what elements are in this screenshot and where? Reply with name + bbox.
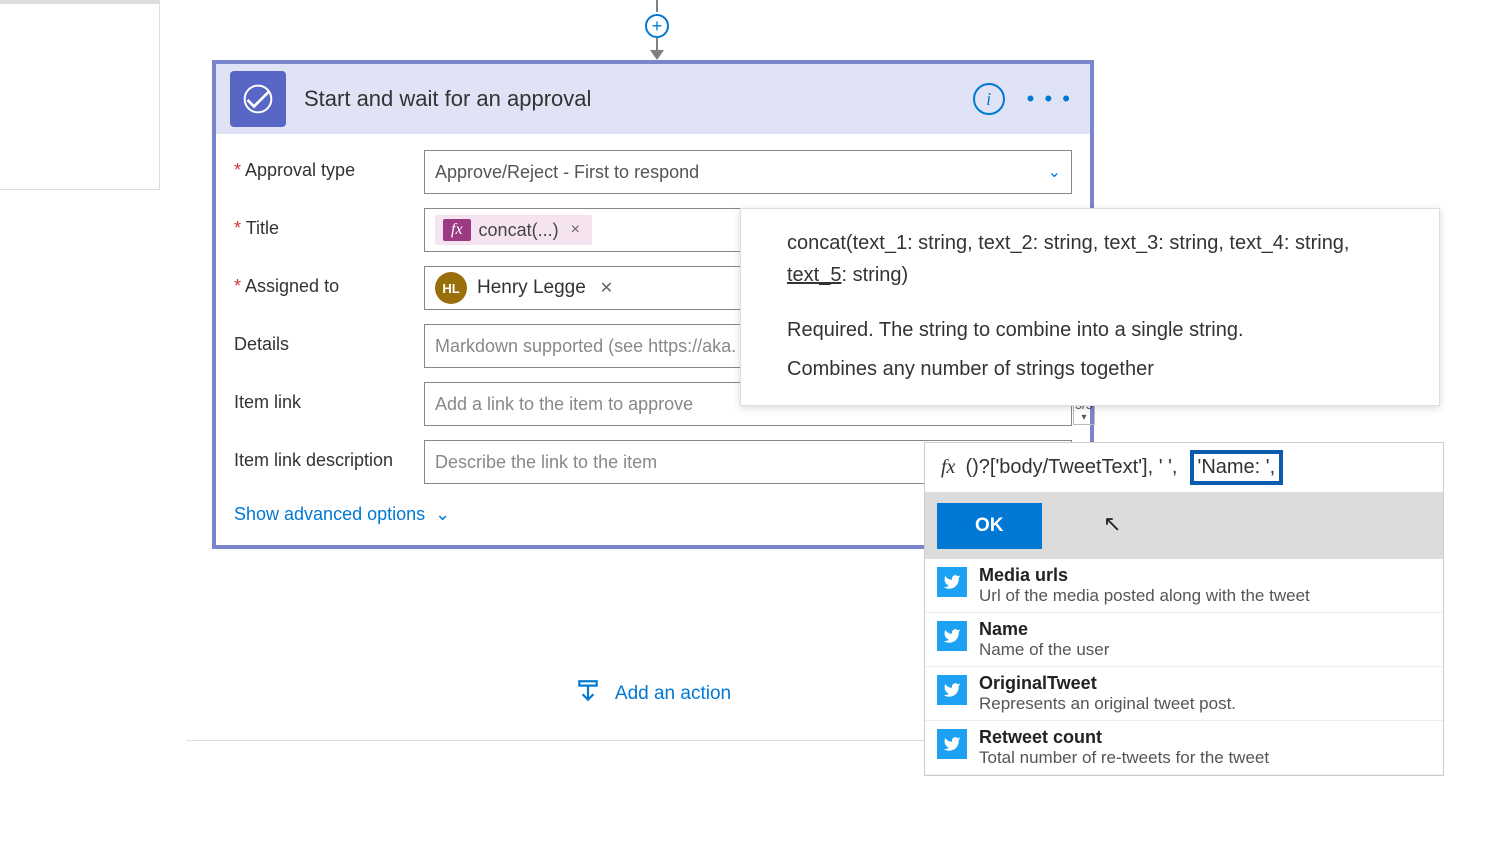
dyn-title: Name [979,619,1431,640]
item-link-placeholder: Add a link to the item to approve [435,394,693,415]
expression-panel: fx ()?['body/TweetText'], ' ', 'Name: ',… [924,442,1444,776]
tooltip-description: Combines any number of strings together [787,358,1415,381]
label-assigned-to: Assigned to [234,266,424,297]
approval-icon [230,71,286,127]
add-action-button[interactable]: Add an action [615,683,731,705]
row-approval-type: Approval type Approve/Reject - First to … [234,150,1072,194]
fx-label-icon: fx [931,456,965,479]
person-name: Henry Legge [477,277,586,299]
tooltip-required: Required. The string to combine into a s… [787,319,1415,342]
label-approval-type: Approval type [234,150,424,181]
card-title: Start and wait for an approval [304,86,973,112]
label-item-link: Item link [234,382,424,413]
tooltip-signature: concat(text_1: string, text_2: string, t… [787,227,1415,291]
dyn-title: Media urls [979,565,1431,586]
twitter-icon [937,567,967,597]
approval-type-select[interactable]: Approve/Reject - First to respond ⌄ [424,150,1072,194]
expression-input[interactable]: ()?['body/TweetText'], ' ', 'Name: ', [965,450,1437,485]
add-action-icon [575,678,601,709]
left-panel-stub [0,0,160,190]
flow-connector: + [645,0,669,64]
expression-input-row[interactable]: fx ()?['body/TweetText'], ' ', 'Name: ', [925,443,1443,493]
twitter-icon [937,621,967,651]
dynamic-item-retweet-count[interactable]: Retweet count Total number of re-tweets … [925,721,1443,775]
chevron-down-icon: ⌄ [1048,162,1061,182]
dynamic-item-name[interactable]: Name Name of the user [925,613,1443,667]
more-menu-icon[interactable]: • • • [1023,82,1076,116]
chevron-down-icon: ⌄ [435,504,450,525]
dynamic-item-original-tweet[interactable]: OriginalTweet Represents an original twe… [925,667,1443,721]
add-step-button[interactable]: + [645,14,669,38]
approval-type-value: Approve/Reject - First to respond [435,162,699,183]
fx-token-remove-icon[interactable]: × [567,221,584,239]
dynamic-item-media-urls[interactable]: Media urls Url of the media posted along… [925,559,1443,613]
dyn-desc: Name of the user [979,640,1431,660]
fx-token[interactable]: fx concat(...) × [435,215,592,245]
function-tooltip: concat(text_1: string, text_2: string, t… [740,208,1440,406]
person-remove-icon[interactable]: ✕ [596,278,617,298]
cursor-icon: ↖ [1103,511,1121,537]
fx-badge-icon: fx [443,219,471,241]
avatar: HL [435,272,467,304]
card-header[interactable]: Start and wait for an approval i • • • [216,64,1090,134]
person-token: HL Henry Legge ✕ [435,272,617,304]
dynamic-content-list: Media urls Url of the media posted along… [925,559,1443,775]
details-placeholder: Markdown supported (see https://aka. [435,336,736,357]
dyn-title: Retweet count [979,727,1431,748]
label-details: Details [234,324,424,355]
advanced-options-text: Show advanced options [234,504,425,525]
dyn-desc: Total number of re-tweets for the tweet [979,748,1431,768]
dyn-title: OriginalTweet [979,673,1431,694]
twitter-icon [937,675,967,705]
show-advanced-options-link[interactable]: Show advanced options ⌄ [234,504,450,525]
fx-token-text: concat(...) [479,220,559,241]
label-item-link-desc: Item link description [234,440,424,471]
stepper-down-icon[interactable]: ▾ [1081,412,1086,423]
dyn-desc: Url of the media posted along with the t… [979,586,1431,606]
connector-arrow-icon [650,50,664,60]
item-link-desc-placeholder: Describe the link to the item [435,452,657,473]
info-icon[interactable]: i [973,83,1005,115]
ok-button[interactable]: OK [937,503,1042,549]
connector-line-top [656,0,658,12]
ok-row: OK ↖ [925,493,1443,559]
twitter-icon [937,729,967,759]
dyn-desc: Represents an original tweet post. [979,694,1431,714]
expression-highlight: 'Name: ', [1190,450,1284,485]
label-title: Title [234,208,424,239]
